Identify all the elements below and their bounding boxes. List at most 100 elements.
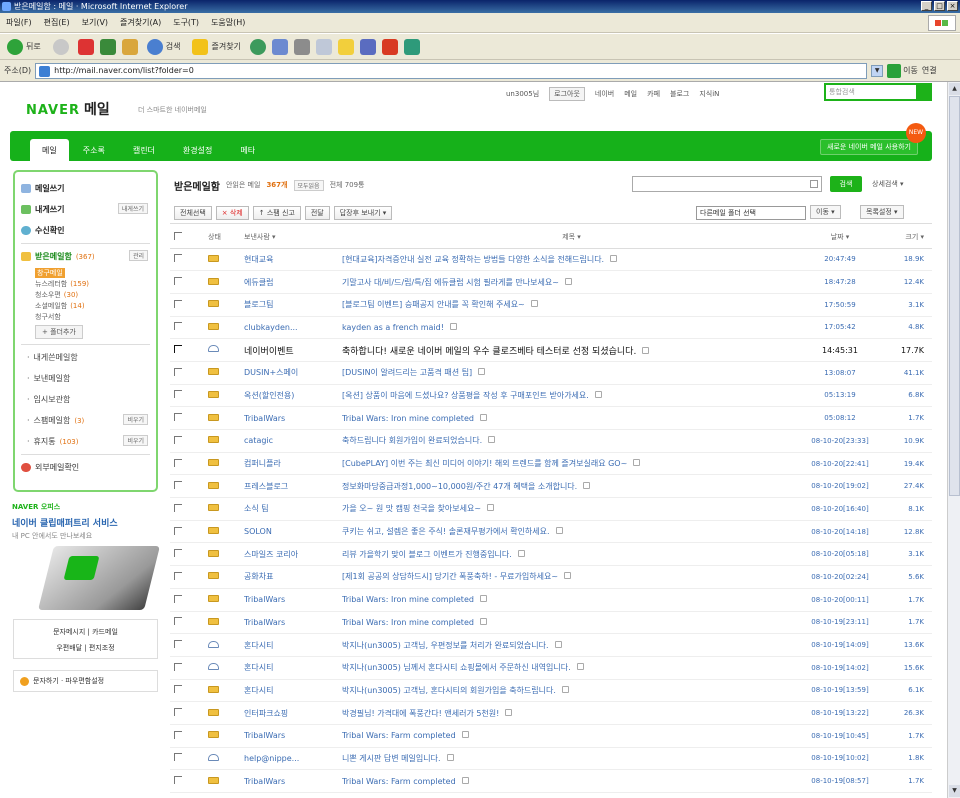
row-checkbox[interactable] [170, 474, 208, 499]
row-checkbox[interactable] [170, 406, 208, 430]
mail-subject-cell[interactable]: kayden as a french maid! [342, 316, 801, 340]
list-settings-button[interactable]: 목록설정 ▾ [860, 205, 904, 219]
mail-sender[interactable]: 현대교육 [244, 248, 342, 272]
table-row[interactable]: 네이버이벤트 축하합니다! 새로운 네이버 메일의 우수 클로즈베타 테스터로 선… [170, 338, 932, 362]
preview-icon[interactable] [478, 368, 486, 376]
empty-spam-button[interactable]: 비우기 [123, 414, 148, 425]
mail-subject[interactable]: Tribal Wars: Farm completed [342, 777, 456, 786]
mail-subject-cell[interactable]: 박지나(un3005) 고객님, 혼다시티의 회원가입을 축하드립니다. [342, 679, 801, 703]
delete-button[interactable]: × 삭제 [215, 205, 249, 220]
preview-icon[interactable] [461, 776, 469, 784]
mail-sender[interactable]: 혼다시티 [244, 656, 342, 680]
mail-sender[interactable]: TribalWars [244, 769, 342, 793]
table-row[interactable]: 블로그팀 [블로그팀 이벤트] 승패공지 안내를 꼭 확인해 주세요~ 17:50:… [170, 293, 932, 317]
close-button[interactable]: × [947, 1, 958, 11]
from-column-header[interactable]: 보낸사람 ▾ [244, 226, 342, 249]
table-row[interactable]: 혼다시티 박지나(un3005) 님께서 혼다시티 쇼핑몰에서 주문하신 내역입니… [170, 656, 932, 680]
logout-button[interactable]: 로그아웃 [549, 87, 585, 101]
vertical-scrollbar[interactable]: ▲ ▼ [947, 82, 960, 798]
mail-subject-cell[interactable]: 축하합니다! 새로운 네이버 메일의 우수 클로즈베타 테스터로 선정 되셨습니… [342, 338, 801, 362]
scroll-up-icon[interactable]: ▲ [949, 83, 960, 95]
preview-icon[interactable] [555, 527, 563, 535]
select-all-button[interactable]: 전체선택 [174, 205, 212, 220]
menu-help[interactable]: 도움말(H) [211, 17, 245, 28]
preview-icon[interactable] [446, 753, 454, 761]
mail-subject[interactable]: Tribal Wars: Iron mine completed [342, 595, 474, 604]
preview-icon[interactable] [561, 685, 569, 693]
row-checkbox[interactable] [170, 520, 208, 544]
mail-subject-cell[interactable]: [CubePLAY] 이번 주는 최신 미디어 이야기! 해외 트렌드를 함께 … [342, 452, 801, 476]
table-row[interactable]: 스마일즈 코리아 리뷰 가을학기 맞이 블로그 이벤트가 진행중입니다. 08-10… [170, 542, 932, 567]
menu-file[interactable]: 파일(F) [6, 17, 32, 28]
table-row[interactable]: DUSIN+스페이 [DUSIN이 알려드리는 고품격 패션 팁] 13:08:07… [170, 361, 932, 385]
table-row[interactable]: 공화차표 [제1회 공공의 상담하드시] 당기간 폭풍축하! - 무료가입하세요~… [170, 565, 932, 589]
table-row[interactable]: TribalWars Tribal Wars: Iron mine complet… [170, 406, 932, 430]
subject-column-header[interactable]: 제목 ▾ [342, 226, 801, 249]
table-row[interactable]: help@nippe... 니뽄 게시판 답변 메일입니다. 08-10-19[10… [170, 747, 932, 771]
mail-subject-cell[interactable]: 니뽄 게시판 답변 메일입니다. [342, 747, 801, 771]
preview-icon[interactable] [487, 504, 495, 512]
table-row[interactable]: TribalWars Tribal Wars: Farm completed 08-… [170, 724, 932, 748]
preview-icon[interactable] [564, 572, 572, 580]
tab-memo[interactable]: 메타 [226, 141, 269, 161]
row-checkbox[interactable] [170, 565, 208, 589]
top-search-input[interactable]: 통합검색 [824, 83, 932, 101]
sidebar-item-folder[interactable]: · 보낸메일함 [21, 368, 150, 389]
mail-subject[interactable]: 니뽄 게시판 답변 메일입니다. [342, 754, 441, 763]
mail-subject[interactable]: [블로그팀 이벤트] 승패공지 안내를 꼭 확인해 주세요~ [342, 300, 525, 309]
go-button[interactable]: 이동 [887, 63, 918, 78]
tab-settings[interactable]: 환경설정 [169, 141, 226, 161]
mail-sender[interactable]: clubkayden... [244, 316, 342, 340]
history-icon[interactable] [249, 38, 266, 55]
search-button[interactable]: 검색 [144, 37, 184, 57]
mail-sender[interactable]: 옥션(할인전용) [244, 384, 342, 408]
forward-button[interactable] [50, 37, 72, 57]
table-row[interactable]: 에듀클럽 기말고사 대/비/드/립/특/집 에듀클럽 시험 필라게를 만나보세요~… [170, 270, 932, 294]
mail-sender[interactable]: 컴퍼니플라 [244, 452, 342, 476]
mail-subject[interactable]: kayden as a french maid! [342, 323, 444, 332]
mail-subject-cell[interactable]: Tribal Wars: Farm completed [342, 769, 801, 793]
links-button[interactable]: 연결 [922, 65, 937, 76]
mail-subject[interactable]: 박지나(un3005) 고객님, 혼다시티의 회원가입을 축하드립니다. [342, 686, 556, 695]
mail-subject-cell[interactable]: 정보화마당중급과정1,000~10,000원/주간 47개 혜택을 소개합니다. [342, 474, 801, 499]
row-checkbox[interactable] [170, 656, 208, 680]
table-row[interactable]: catagic 축하드립니다 회원가입이 완료되었습니다. 08-10-20[23:… [170, 429, 932, 453]
sidebar-item-folder[interactable]: · 스팸메일함 (3) 비우기 [21, 410, 150, 431]
mail-subject-cell[interactable]: 가을 오~ 원 맛 캠핑 천국을 찾아보세요~ [342, 497, 801, 521]
table-row[interactable]: 옥션(할인전용) [옥션] 상품이 마음에 드셨나요? 상품평을 작성 후 구매포… [170, 384, 932, 408]
preview-icon[interactable] [479, 413, 487, 421]
back-button[interactable]: 뒤로 [4, 37, 44, 57]
preview-icon[interactable] [642, 346, 650, 354]
mail-subject[interactable]: [CubePLAY] 이번 주는 최신 미디어 이야기! 해외 트렌드를 함께 … [342, 459, 627, 468]
mail-sender[interactable]: help@nippe... [244, 747, 342, 771]
addon-icon[interactable] [403, 38, 420, 55]
mail-sender[interactable]: 프레스블로그 [244, 474, 342, 499]
mark-all-read-button[interactable]: 모두읽음 [293, 179, 324, 191]
mail-sender[interactable]: 혼다시티 [244, 633, 342, 657]
sidebar-item-external[interactable]: 외부메일확인 [21, 457, 150, 478]
subfolder-item[interactable]: 창구메일 [21, 267, 150, 278]
mail-subject[interactable]: 쿠키는 쉬고, 설렘은 좋은 주식! 솔론재무평가에서 확인하세요. [342, 527, 550, 536]
preview-icon[interactable] [554, 640, 562, 648]
nav-cafe[interactable]: 카페 [647, 89, 660, 99]
preview-icon[interactable] [530, 300, 538, 308]
mail-subject-cell[interactable]: Tribal Wars: Iron mine completed [342, 406, 801, 430]
preview-icon[interactable] [449, 322, 457, 330]
preview-icon[interactable] [461, 731, 469, 739]
row-checkbox[interactable] [170, 429, 208, 453]
select-all-checkbox[interactable] [170, 226, 208, 249]
mail-sender[interactable]: 인터파크쇼핑 [244, 701, 342, 725]
mail-sender[interactable]: TribalWars [244, 406, 342, 430]
mail-subject[interactable]: [현대교육]자격증안내 실전 교육 정확하는 방법들 다양한 소식을 전해드립니… [342, 255, 604, 264]
preview-icon[interactable] [610, 254, 618, 262]
table-row[interactable]: 프레스블로그 정보화마당중급과정1,000~10,000원/주간 47개 혜택을 … [170, 474, 932, 499]
mail-subject[interactable]: 축하드립니다 회원가입이 완료되었습니다. [342, 436, 482, 445]
mail-subject-cell[interactable]: 박지나(un3005) 님께서 혼다시티 쇼핑몰에서 주문하신 내역입니다. [342, 656, 801, 680]
edit-icon[interactable] [315, 38, 332, 55]
mail-search-input[interactable] [632, 176, 822, 192]
empty-trash-button[interactable]: 비우기 [123, 435, 148, 446]
nav-mail[interactable]: 메일 [624, 89, 637, 99]
table-row[interactable]: SOLON 쿠키는 쉬고, 설렘은 좋은 주식! 솔론재무평가에서 확인하세요. 0… [170, 520, 932, 544]
mail-icon[interactable] [271, 38, 288, 55]
menu-view[interactable]: 보기(V) [82, 17, 108, 28]
